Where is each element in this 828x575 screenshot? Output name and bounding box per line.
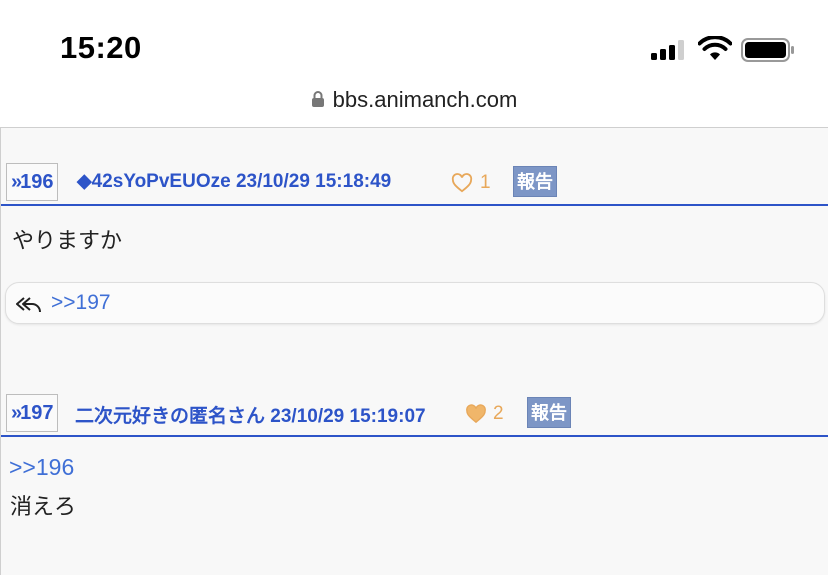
battery-icon: [741, 38, 794, 62]
post-header: » 196 ◆42sYoPvEUOze 23/10/29 15:18:49 1 報…: [1, 162, 828, 206]
post-number: 197: [20, 401, 54, 424]
replies-bar: >>197: [5, 282, 825, 324]
wifi-icon: [698, 36, 732, 60]
cellular-signal-icon: [651, 40, 689, 60]
post-number: 196: [20, 170, 54, 193]
lock-icon: [311, 91, 324, 108]
chevron-double-right-icon: »: [11, 170, 22, 193]
status-bar: 15:20: [0, 0, 828, 85]
reply-all-icon: [16, 297, 41, 313]
thread-content[interactable]: » 196 ◆42sYoPvEUOze 23/10/29 15:18:49 1 報…: [0, 127, 828, 575]
post-number-button[interactable]: » 196: [6, 163, 58, 201]
reply-link[interactable]: >>197: [51, 291, 111, 315]
like-count: 1: [480, 172, 491, 193]
chevron-double-right-icon: »: [11, 401, 22, 424]
heart-outline-icon[interactable]: [451, 173, 473, 193]
post-body: 消えろ: [10, 495, 77, 520]
status-time: 15:20: [60, 30, 142, 65]
url-domain: bbs.animanch.com: [332, 87, 518, 112]
post-number-button[interactable]: » 197: [6, 394, 58, 432]
post-author-meta: ◆42sYoPvEUOze 23/10/29 15:18:49: [77, 171, 392, 192]
report-button[interactable]: 報告: [527, 397, 571, 428]
heart-filled-icon[interactable]: [465, 404, 487, 424]
report-button[interactable]: 報告: [513, 166, 557, 197]
post-header: » 197 二次元好きの匿名さん 23/10/29 15:19:07 2 報告: [1, 393, 828, 437]
post-author-meta: 二次元好きの匿名さん 23/10/29 15:19:07: [75, 406, 426, 427]
address-bar[interactable]: bbs.animanch.com: [0, 85, 828, 127]
post-body: やりますか: [12, 229, 123, 254]
like-count: 2: [493, 403, 504, 424]
reply-anchor-link[interactable]: >>196: [9, 454, 74, 481]
